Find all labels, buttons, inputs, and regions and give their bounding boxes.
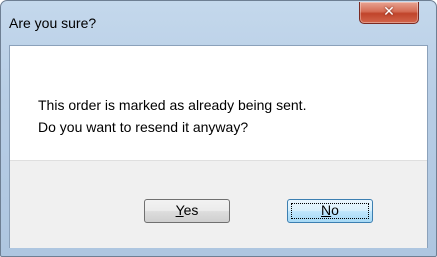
close-icon: ✕ [383, 4, 395, 20]
close-button[interactable]: ✕ [359, 2, 419, 24]
no-accelerator: N [321, 202, 332, 218]
no-button-label: No [321, 202, 339, 218]
dialog-body: This order is marked as already being se… [9, 45, 428, 248]
no-button[interactable]: No [287, 199, 373, 223]
yes-button-label: Yes [176, 202, 199, 218]
yes-button[interactable]: Yes [144, 199, 230, 223]
button-bar: Yes No [10, 160, 427, 248]
no-label-rest: o [331, 202, 339, 218]
window-title: Are you sure? [9, 15, 97, 31]
title-bar[interactable]: Are you sure? ✕ [1, 1, 436, 45]
yes-label-rest: es [183, 202, 199, 218]
dialog-window: Are you sure? ✕ This order is marked as … [0, 0, 437, 257]
yes-accelerator: Y [175, 202, 184, 218]
message-text: This order is marked as already being se… [38, 94, 306, 138]
message-line-2: Do you want to resend it anyway? [38, 119, 249, 135]
message-line-1: This order is marked as already being se… [38, 97, 307, 113]
